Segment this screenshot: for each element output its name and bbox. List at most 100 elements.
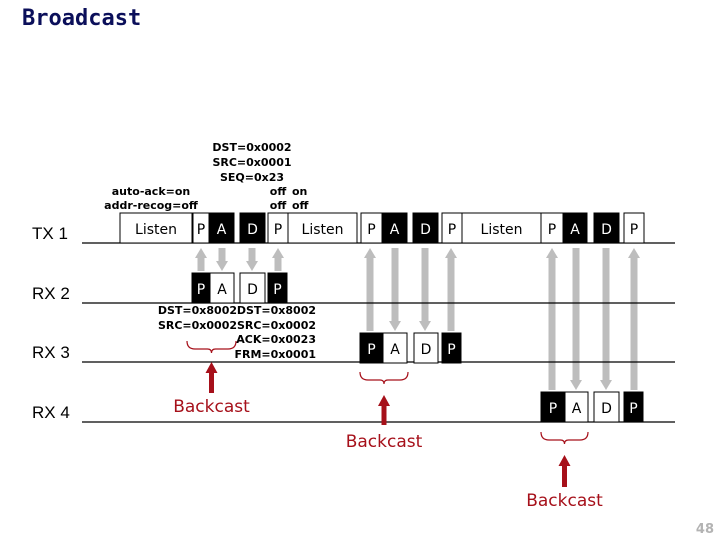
gray-arrow-up-icon (546, 248, 558, 390)
backcast-label: Backcast (173, 397, 250, 417)
tx1-listen-frame-label: Listen (302, 222, 344, 238)
red-arrow-up-icon (378, 395, 390, 425)
gray-arrow-up-icon (364, 248, 376, 331)
ack-dst-label: DST=0x8002 (158, 304, 237, 317)
rx4-frame-d: D (593, 391, 620, 423)
gray-arrow-down-icon (389, 248, 401, 331)
rx3-frame-d: D (413, 332, 439, 364)
tx1-frame-p-label: P (448, 222, 456, 238)
gray-arrow-up-icon (272, 248, 284, 271)
tx1-frame-d-label: D (601, 222, 612, 238)
row-label-rx3: RX 3 (32, 343, 70, 362)
ack-header-annotation: DST=0x8002 SRC=0x0002 (158, 304, 237, 332)
rx2-frame-p: P (267, 272, 288, 304)
data-header-annotation: DST=0x0002 SRC=0x0001 SEQ=0x23 (212, 141, 291, 184)
broadcast-timing-diagram: TX 1 RX 2 RX 3 RX 4 Listen P A D P Listen P A D P… (32, 141, 714, 537)
gray-arrow-down-icon (570, 248, 582, 390)
tx1-listen-frame: Listen (287, 212, 358, 244)
gray-arrow-down-icon (216, 248, 228, 271)
tx1-frame-p: P (267, 212, 289, 244)
row-label-rx2: RX 2 (32, 284, 70, 303)
rx3-frame-p-label: P (447, 342, 455, 358)
tx1-listen-frame-label: Listen (135, 222, 177, 238)
rx2-frame-d-label: D (247, 282, 258, 298)
tx1-frame-p-label: P (367, 222, 375, 238)
toggle-col1-bottom: off (270, 199, 287, 212)
toggle-col2-bottom: off (292, 199, 309, 212)
backcast-indicator: Backcast (526, 431, 603, 511)
rx2-frame-p-label: P (273, 282, 281, 298)
rx2-frame-a-label: A (217, 282, 227, 298)
probe-ack-label: ACK=0x0023 (236, 333, 316, 346)
tx1-frame-p-label: P (630, 222, 638, 238)
tx1-frame-p-label: P (274, 222, 282, 238)
probe-header-annotation: DST=0x8002 SRC=0x0002 ACK=0x0023 FRM=0x0… (234, 304, 316, 361)
tx1-frame-d: D (412, 212, 439, 244)
toggle-col1-top: off (270, 185, 287, 198)
page-number: 48 (696, 522, 714, 537)
rx4-frame-p: P (540, 391, 566, 423)
gray-arrow-down-icon (419, 248, 431, 331)
rx3-frame-d-label: D (421, 342, 432, 358)
probe-src-label: SRC=0x0002 (237, 319, 316, 332)
brace-icon (186, 340, 237, 354)
gray-arrow-down-icon (246, 248, 258, 271)
backcast-group: Backcast Backcast Backcast (173, 340, 603, 511)
red-arrow-up-icon (558, 455, 571, 487)
row-label-rx4: RX 4 (32, 403, 70, 422)
tx1-frame-a: A (562, 212, 588, 244)
rx4-frame-a: A (564, 391, 589, 423)
tx1-frame-p-label: P (548, 222, 556, 238)
rx4-frame-a-label: A (572, 401, 582, 417)
config-initial-annotation: auto-ack=on addr-recog=off (104, 185, 198, 212)
gray-arrow-up-icon (195, 248, 207, 271)
tx1-frame-p: P (360, 212, 383, 244)
rx3-frame-a: A (382, 332, 408, 364)
rx4-frame-p-label: P (549, 401, 557, 417)
tx1-frame-p: P (540, 212, 564, 244)
auto-ack-label: auto-ack=on (112, 185, 191, 198)
addr-recog-label: addr-recog=off (104, 199, 198, 212)
tx1-frame-a: A (208, 212, 235, 244)
arrows-tx1-rx2 (195, 248, 284, 271)
tx1-frame-d: D (239, 212, 266, 244)
rx4-frame-p: P (623, 391, 644, 423)
backcast-label: Backcast (526, 491, 603, 511)
rx3-frame-a-label: A (390, 342, 400, 358)
backcast-indicator: Backcast (346, 371, 423, 452)
tx1-frame-d-label: D (420, 222, 431, 238)
rx2-frame-p-label: P (197, 282, 205, 298)
row-label-tx1: TX 1 (32, 224, 68, 243)
rx3-frame-p-label: P (367, 342, 375, 358)
frame-group: Listen P A D P Listen P A D P Listen P A D PP A D PP A D PP A… (119, 212, 645, 423)
tx1-frame-p: P (623, 212, 645, 244)
rx3-frame-p: P (359, 332, 384, 364)
ack-src-label: SRC=0x0002 (158, 319, 237, 332)
rx4-frame-p-label: P (629, 401, 637, 417)
data-seq-label: SEQ=0x23 (220, 171, 284, 184)
data-dst-label: DST=0x0002 (212, 141, 291, 154)
tx1-listen-frame: Listen (461, 212, 542, 244)
red-arrow-up-icon (205, 362, 218, 393)
probe-dst-label: DST=0x8002 (237, 304, 316, 317)
arrows-tx1-rx4 (546, 248, 640, 390)
tx1-frame-a-label: A (570, 222, 580, 238)
toggle-col2-top: on (292, 185, 307, 198)
tx1-listen-frame: Listen (119, 212, 193, 244)
tx1-frame-p-label: P (197, 222, 205, 238)
tx1-frame-a-label: A (217, 222, 227, 238)
data-src-label: SRC=0x0001 (212, 156, 291, 169)
tx1-frame-p: P (192, 212, 210, 244)
tx1-frame-d-label: D (247, 222, 258, 238)
tx1-frame-p: P (441, 212, 463, 244)
probe-frm-label: FRM=0x0001 (234, 348, 316, 361)
gray-arrow-up-icon (445, 248, 457, 331)
tx1-frame-d: D (593, 212, 620, 244)
tx1-frame-a-label: A (390, 222, 400, 238)
rx2-frame-p: P (191, 272, 211, 304)
rx2-frame-a: A (209, 272, 235, 304)
arrows-tx1-rx3 (364, 248, 457, 331)
gray-arrow-up-icon (628, 248, 640, 390)
tx1-frame-a: A (381, 212, 408, 244)
rx3-frame-p: P (441, 332, 462, 364)
